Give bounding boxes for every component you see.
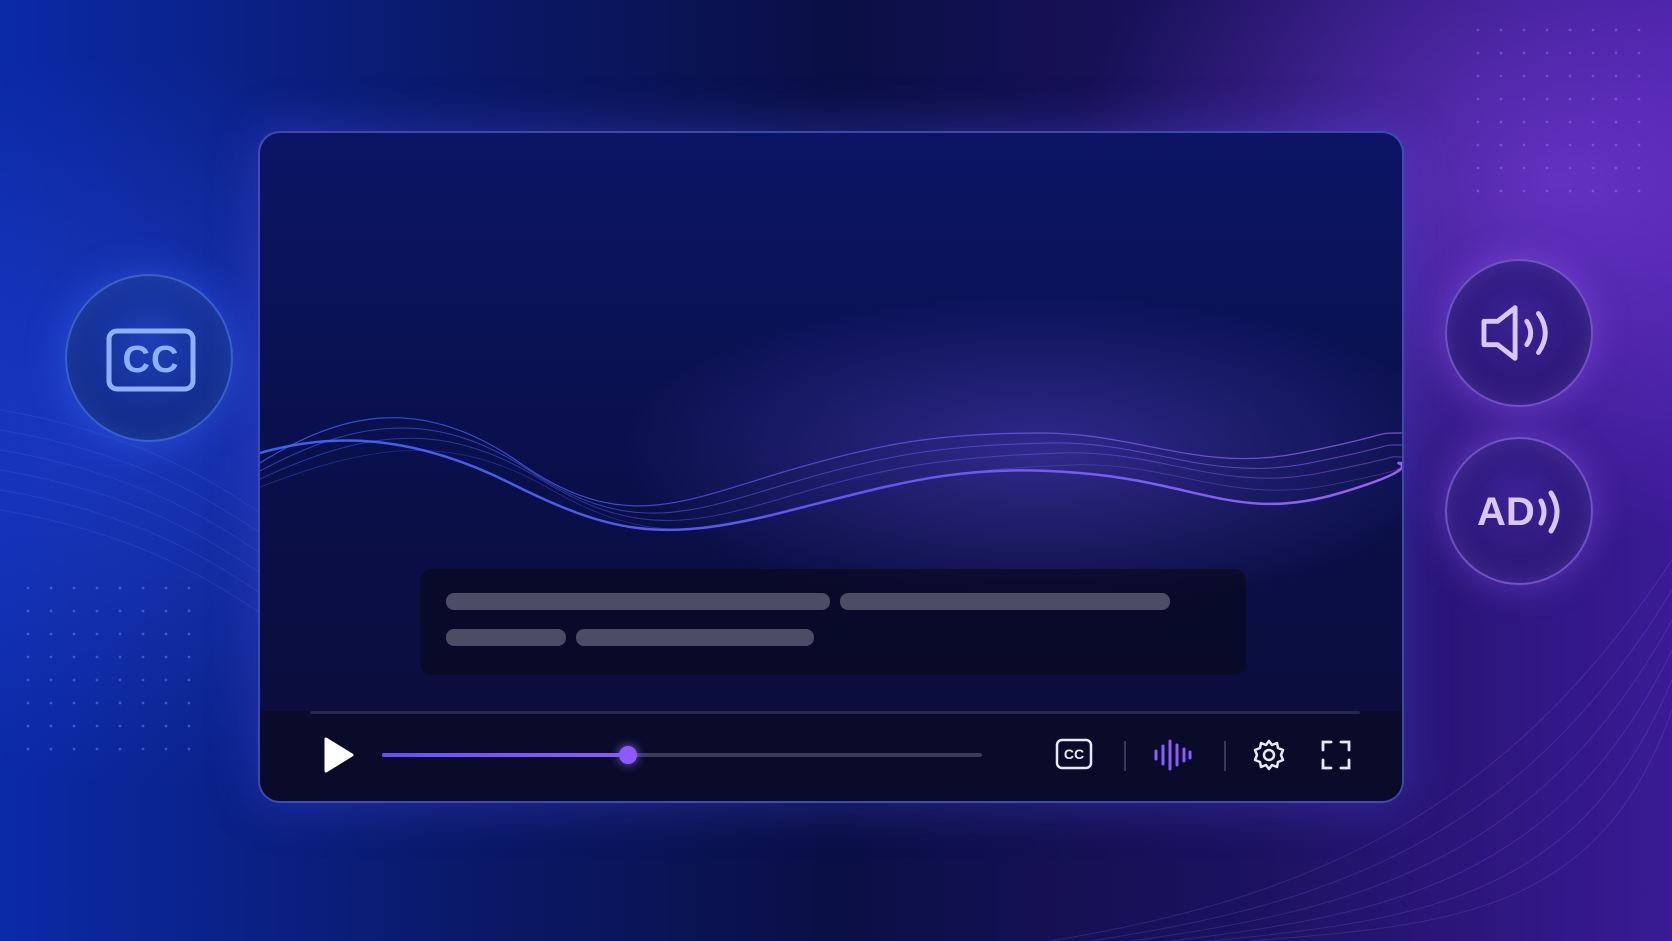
captions-button[interactable]: CC (1055, 738, 1093, 770)
audio-waveform-icon[interactable] (1152, 735, 1194, 775)
audio-description-side-button[interactable]: AD (1445, 437, 1593, 585)
captions-side-button[interactable]: CC (65, 274, 233, 442)
speaker-volume-icon (1481, 305, 1548, 361)
progress-fill (382, 753, 628, 757)
caption-line-placeholder (576, 629, 814, 646)
captions-button-label: CC (1063, 746, 1085, 762)
player-control-bar: CC (260, 711, 1402, 801)
progress-slider[interactable] (382, 746, 982, 764)
fullscreen-icon[interactable] (1321, 740, 1351, 770)
audio-description-side-label: AD (1477, 489, 1535, 534)
play-icon[interactable] (320, 735, 356, 775)
captions-side-label: CC (122, 338, 180, 381)
dot-grid-right (1476, 28, 1641, 193)
control-separator (1224, 741, 1226, 771)
caption-line-placeholder (840, 593, 1170, 610)
gear-icon[interactable] (1252, 738, 1286, 772)
video-player: CC (258, 131, 1404, 803)
progress-handle[interactable] (619, 746, 637, 764)
volume-side-button[interactable] (1445, 259, 1593, 407)
dot-grid-left (26, 586, 191, 751)
control-separator (1124, 741, 1126, 771)
control-bar-divider (310, 711, 1360, 714)
caption-line-placeholder (446, 629, 566, 646)
caption-line-placeholder (446, 593, 830, 610)
caption-overlay (420, 569, 1246, 675)
